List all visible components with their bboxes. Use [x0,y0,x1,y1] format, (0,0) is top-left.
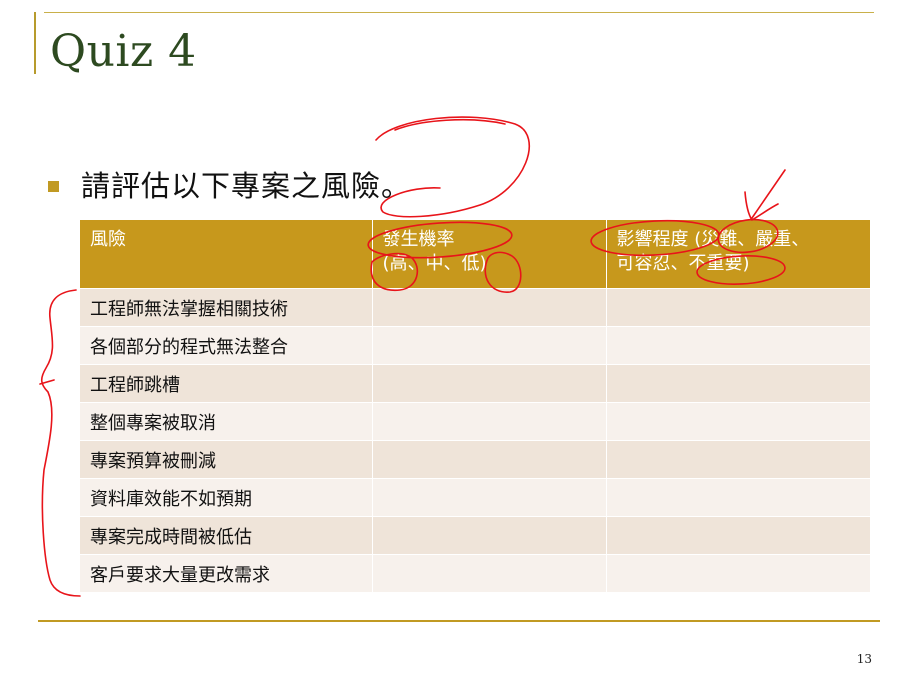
header-risk: 風險 [80,220,373,289]
probability-cell [372,478,607,517]
risk-cell: 工程師無法掌握相關技術 [80,288,373,327]
slide-title: Quiz 4 [50,26,197,77]
risk-cell: 工程師跳槽 [80,364,373,403]
header-probability-line2: (高、中、低) [382,253,487,274]
risk-cell: 資料庫效能不如預期 [80,478,373,517]
bottom-divider [38,620,880,622]
impact-cell [606,478,870,517]
table-row: 專案預算被刪減 [80,440,870,479]
risk-cell: 專案預算被刪減 [80,440,373,479]
table-header-row: 風險 發生機率 (高、中、低) 影響程度 (災難、嚴重、 可容忍、不重要) [80,220,870,289]
header-probability: 發生機率 (高、中、低) [372,220,607,289]
impact-cell [606,364,870,403]
header-impact: 影響程度 (災難、嚴重、 可容忍、不重要) [606,220,870,289]
slide: Quiz 4 請評估以下專案之風險。 風險 發生機率 (高、中、低) 影響程度 … [0,0,920,698]
table-row: 整個專案被取消 [80,402,870,441]
impact-cell [606,326,870,365]
table-row: 各個部分的程式無法整合 [80,326,870,365]
probability-cell [372,326,607,365]
risk-cell: 客戶要求大量更改需求 [80,554,373,592]
header-impact-line2: 可容忍、不重要) [616,253,750,274]
annotation-arrow-head [744,191,779,221]
header-risk-line1: 風險 [90,229,126,250]
annotation-stroke-top [394,118,506,131]
impact-cell [606,440,870,479]
square-bullet-icon [48,180,59,192]
page-number: 13 [856,652,872,666]
header-impact-line1: 影響程度 (災難、嚴重、 [616,229,810,250]
impact-cell [606,516,870,555]
probability-cell [372,554,607,592]
bullet-text: 請評估以下專案之風險。 [81,169,412,203]
table-row: 資料庫效能不如預期 [80,478,870,517]
annotation-brace-tick [39,379,55,385]
probability-cell [372,402,607,441]
probability-cell [372,288,607,327]
left-accent-bar [34,12,36,74]
probability-cell [372,516,607,555]
risk-table: 風險 發生機率 (高、中、低) 影響程度 (災難、嚴重、 可容忍、不重要) 工程… [80,220,870,592]
impact-cell [606,554,870,592]
impact-cell [606,288,870,327]
risk-cell: 各個部分的程式無法整合 [80,326,373,365]
bullet-item: 請評估以下專案之風險。 [48,164,411,204]
table-row: 專案完成時間被低估 [80,516,870,555]
annotation-left-brace [40,289,81,597]
table-row: 工程師無法掌握相關技術 [80,288,870,327]
risk-cell: 專案完成時間被低估 [80,516,373,555]
top-divider [44,12,874,13]
probability-cell [372,440,607,479]
header-probability-line1: 發生機率 [382,229,455,250]
table-row: 客戶要求大量更改需求 [80,554,870,592]
table-row: 工程師跳槽 [80,364,870,403]
risk-cell: 整個專案被取消 [80,402,373,441]
impact-cell [606,402,870,441]
annotation-arrow-shaft [751,169,786,219]
probability-cell [372,364,607,403]
